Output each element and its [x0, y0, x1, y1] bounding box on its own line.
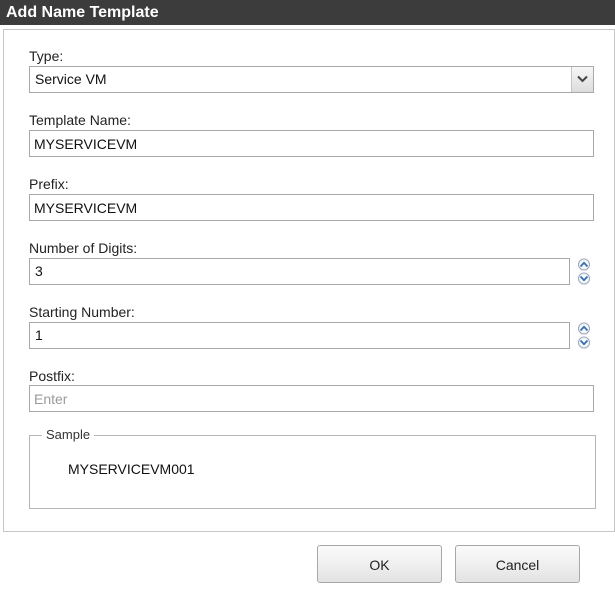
sample-legend: Sample [42, 427, 95, 442]
prefix-field[interactable] [29, 194, 594, 221]
cancel-button[interactable]: Cancel [455, 545, 580, 583]
ok-button[interactable]: OK [317, 545, 442, 583]
prefix-input[interactable] [30, 195, 593, 220]
digits-stepper[interactable]: 3 [29, 258, 590, 285]
digits-spinner [572, 258, 596, 285]
chevron-down-icon [577, 75, 588, 83]
type-selected-value: Service VM [35, 71, 107, 87]
decrement-icon[interactable] [572, 272, 596, 285]
template-name-input[interactable] [30, 131, 593, 156]
add-name-template-dialog: Add Name Template Type: Service VM Templ… [0, 0, 615, 592]
increment-icon[interactable] [572, 322, 596, 335]
starting-number-value: 1 [35, 327, 43, 343]
digits-value: 3 [35, 263, 43, 279]
postfix-field[interactable] [29, 385, 594, 412]
postfix-label: Postfix: [29, 368, 75, 384]
type-label: Type: [29, 48, 64, 64]
starting-number-spinner [572, 322, 596, 349]
dialog-title: Add Name Template [0, 0, 615, 25]
template-name-label: Template Name: [29, 112, 131, 128]
prefix-label: Prefix: [29, 176, 69, 192]
starting-number-stepper[interactable]: 1 [29, 322, 590, 349]
starting-number-label: Starting Number: [29, 304, 135, 320]
dropdown-button[interactable] [571, 67, 593, 92]
digits-label: Number of Digits: [29, 240, 138, 256]
decrement-icon[interactable] [572, 336, 596, 349]
type-select[interactable]: Service VM [29, 66, 594, 93]
postfix-input[interactable] [30, 386, 593, 411]
sample-value: MYSERVICEVM001 [68, 461, 195, 477]
increment-icon[interactable] [572, 258, 596, 271]
template-name-field[interactable] [29, 130, 594, 157]
sample-group: Sample MYSERVICEVM001 [29, 427, 596, 509]
